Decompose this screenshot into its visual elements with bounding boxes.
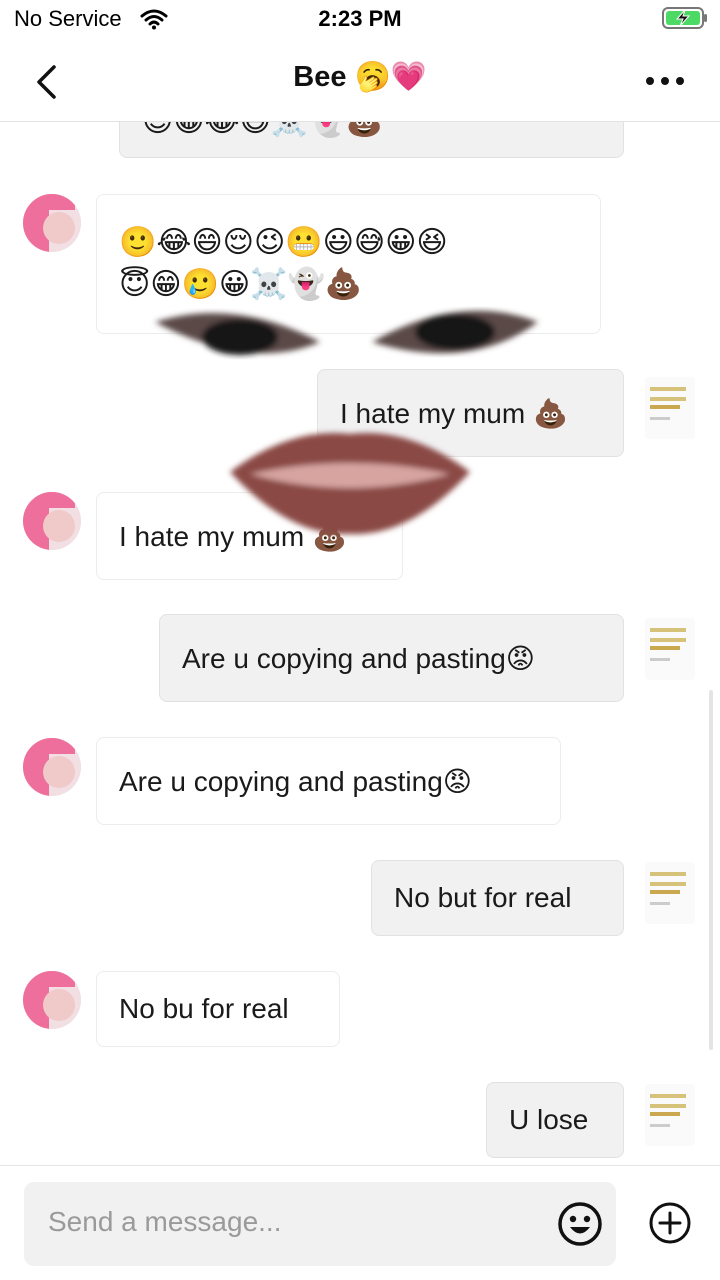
- message-bubble-outgoing[interactable]: I hate my mum 💩: [317, 369, 624, 457]
- clock-time: 2:23 PM: [318, 6, 402, 31]
- message-bubble-incoming[interactable]: I hate my mum 💩: [96, 492, 403, 580]
- scrollbar[interactable]: [709, 690, 713, 1050]
- self-avatar-thumbnail[interactable]: [645, 618, 695, 680]
- more-dots-icon: [646, 77, 684, 85]
- message-text: I hate my mum 💩: [119, 520, 347, 552]
- chat-title[interactable]: Bee 🥱💗: [0, 60, 720, 94]
- avatar[interactable]: [23, 194, 81, 252]
- message-text: No but for real: [394, 882, 572, 913]
- avatar[interactable]: [23, 971, 81, 1029]
- chat-header: Bee 🥱💗: [0, 40, 720, 122]
- message-text: Are u copying and pasting😡: [182, 642, 535, 674]
- message-bubble-outgoing[interactable]: Are u copying and pasting😡: [159, 614, 624, 702]
- message-bubble-outgoing[interactable]: U lose: [486, 1082, 624, 1158]
- avatar[interactable]: [23, 738, 81, 796]
- more-options-button[interactable]: [640, 66, 690, 96]
- partial-emoji-text: 😊😀😂😄☠️👻💩: [142, 122, 383, 143]
- battery-charging-icon: [662, 7, 707, 29]
- message-input-placeholder: Send a message...: [48, 1206, 282, 1237]
- message-list[interactable]: 😊😀😂😄☠️👻💩 🙂😂😄😌😉😬😃😅😀😆 😇😁🥲😀☠️👻💩 I hate my m…: [0, 122, 720, 1165]
- message-bubble-outgoing[interactable]: No but for real: [371, 860, 624, 936]
- plus-circle-icon[interactable]: [647, 1200, 693, 1246]
- emoji-line-1: 🙂😂😄😌😉😬😃😅😀😆: [119, 226, 448, 259]
- self-avatar-thumbnail[interactable]: [645, 862, 695, 924]
- smiley-icon[interactable]: [556, 1200, 604, 1248]
- avatar[interactable]: [23, 492, 81, 550]
- message-text: Are u copying and pasting😡: [119, 765, 472, 797]
- emoji-line-2: 😇😁🥲😀☠️👻💩: [119, 268, 363, 301]
- message-bubble-incoming[interactable]: 🙂😂😄😌😉😬😃😅😀😆 😇😁🥲😀☠️👻💩: [96, 194, 601, 334]
- message-text: No bu for real: [119, 993, 289, 1024]
- message-text: I hate my mum 💩: [340, 397, 568, 429]
- self-avatar-thumbnail[interactable]: [645, 377, 695, 439]
- message-bubble-incoming[interactable]: Are u copying and pasting😡: [96, 737, 561, 825]
- message-bubble-partial[interactable]: 😊😀😂😄☠️👻💩: [119, 122, 624, 158]
- self-avatar-thumbnail[interactable]: [645, 1084, 695, 1146]
- message-bubble-incoming[interactable]: No bu for real: [96, 971, 340, 1047]
- message-text: U lose: [509, 1104, 589, 1135]
- composer-bar: Send a message...: [0, 1165, 720, 1280]
- message-input[interactable]: Send a message...: [24, 1182, 616, 1266]
- status-bar: No Service 2:23 PM: [0, 0, 720, 40]
